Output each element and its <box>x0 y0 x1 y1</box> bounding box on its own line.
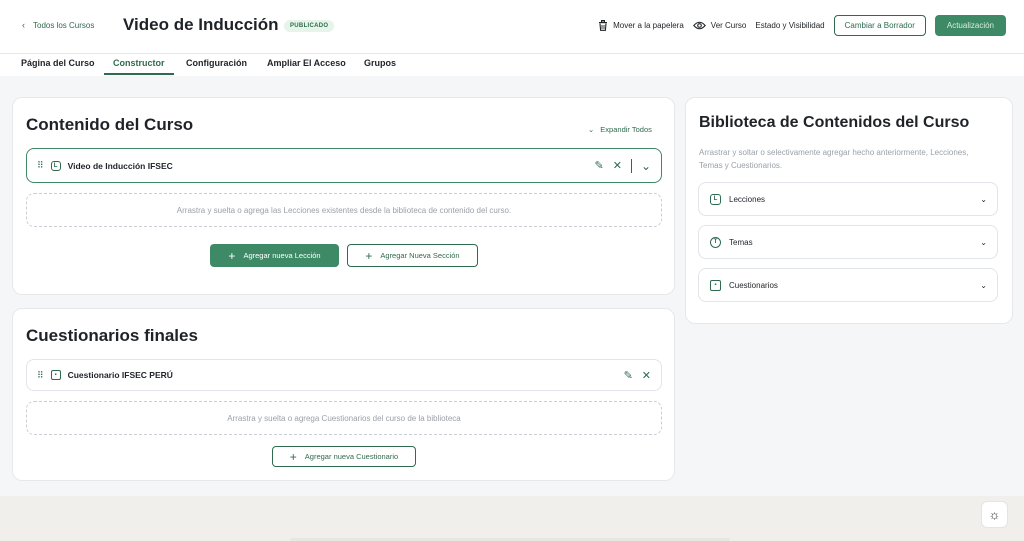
chevron-down-icon[interactable]: ⌄ <box>641 159 651 173</box>
edit-icon[interactable]: ✎ <box>624 369 633 382</box>
close-icon[interactable]: ✕ <box>642 369 651 382</box>
visibility-label: Estado y Visibilidad <box>755 21 825 30</box>
close-icon[interactable]: ✕ <box>613 159 622 172</box>
back-to-courses-link[interactable]: ‹ Todos los Cursos <box>22 20 94 30</box>
sun-icon: ☼ <box>988 507 1001 522</box>
add-quiz-button[interactable]: + Agregar nueva Cuestionario <box>272 446 416 467</box>
quiz-drop-text: Arrastra y suelta o agrega Cuestionarios… <box>227 413 461 423</box>
expand-all-button[interactable]: ⌄ Expandir Todos <box>588 125 652 134</box>
switch-to-draft-button[interactable]: Cambiar a Borrador <box>833 15 926 36</box>
chevron-down-icon: ⌄ <box>980 194 987 204</box>
tab-course-page[interactable]: Página del Curso <box>21 58 95 73</box>
tab-groups[interactable]: Grupos <box>364 58 396 73</box>
section-row-tools: ✎ ✕ ⌄ <box>595 149 651 182</box>
edit-icon[interactable]: ✎ <box>595 159 604 172</box>
chevron-down-icon: ⌄ <box>588 125 595 134</box>
divider <box>630 158 632 173</box>
move-to-trash-action[interactable]: Mover a la papelera <box>598 20 684 31</box>
view-course-action[interactable]: Ver Curso <box>692 21 747 30</box>
plus-icon: + <box>228 248 236 263</box>
course-tabs: Página del Curso Constructor Configuraci… <box>0 54 1024 76</box>
status-badge: PUBLICADO <box>284 20 335 32</box>
quiz-icon: ▪ <box>710 279 721 291</box>
quiz-row-label: Cuestionario IFSEC PERÚ <box>67 370 173 380</box>
library-item-label: Cuestionarios <box>729 280 778 290</box>
library-title: Biblioteca de Contenidos del Curso <box>699 114 970 131</box>
library-description: Arrastrar y soltar o selectivamente agre… <box>699 148 969 170</box>
quiz-icon: ▪ <box>50 370 61 380</box>
library-item-quizzes[interactable]: ▪ Cuestionarios ⌄ <box>698 268 998 302</box>
expand-all-label: Expandir Todos <box>600 125 652 134</box>
theme-toggle-button[interactable]: ☼ <box>981 501 1008 528</box>
tab-builder[interactable]: Constructor <box>104 58 174 75</box>
library-item-label: Temas <box>729 237 753 247</box>
add-section-label: Agregar Nueva Sección <box>380 251 460 260</box>
add-lesson-button[interactable]: + Agregar nueva Lección <box>210 244 339 267</box>
section-row[interactable]: ⠿ L Video de Inducción IFSEC ✎ ✕ ⌄ <box>26 148 662 183</box>
lesson-icon: L <box>50 160 61 171</box>
lesson-drop-zone[interactable]: Arrastra y suelta o agrega las Lecciones… <box>26 193 662 227</box>
add-lesson-label: Agregar nueva Lección <box>243 251 321 260</box>
drag-handle-icon[interactable]: ⠿ <box>37 160 44 171</box>
final-quizzes-title: Cuestionarios finales <box>26 326 198 345</box>
header-actions: Mover a la papelera Ver Curso Estado y V… <box>598 15 1006 36</box>
plus-icon: + <box>289 449 297 464</box>
page-footer <box>0 496 1024 541</box>
quiz-row-tools: ✎ ✕ <box>624 360 651 390</box>
lesson-icon: L <box>710 193 721 205</box>
library-item-label: Lecciones <box>729 194 766 204</box>
add-quiz-label: Agregar nueva Cuestionario <box>304 452 399 461</box>
tab-settings[interactable]: Configuración <box>186 58 247 73</box>
update-button[interactable]: Actualización <box>934 15 1006 36</box>
topic-icon: T <box>710 236 721 248</box>
top-bar: ‹ Todos los Cursos Video de Inducción PU… <box>0 0 1024 54</box>
view-course-label: Ver Curso <box>710 21 747 30</box>
section-row-label: Video de Inducción IFSEC <box>67 160 173 171</box>
add-section-button[interactable]: + Agregar Nueva Sección <box>347 244 478 267</box>
back-link-label: Todos los Cursos <box>33 20 95 30</box>
plus-icon: + <box>365 248 373 263</box>
lesson-drop-text: Arrastra y suelta o agrega las Lecciones… <box>176 205 512 215</box>
trash-icon <box>599 20 608 31</box>
quiz-row[interactable]: ⠿ ▪ Cuestionario IFSEC PERÚ ✎ ✕ <box>26 359 662 391</box>
chevron-down-icon: ⌄ <box>980 237 987 247</box>
trash-label: Mover a la papelera <box>613 21 684 30</box>
quiz-drop-zone[interactable]: Arrastra y suelta o agrega Cuestionarios… <box>26 401 662 435</box>
library-item-lessons[interactable]: L Lecciones ⌄ <box>698 182 998 216</box>
visibility-action[interactable]: Estado y Visibilidad <box>755 21 824 30</box>
chevron-down-icon: ⌄ <box>980 280 987 290</box>
chevron-left-icon: ‹ <box>22 20 25 30</box>
course-content-title: Contenido del Curso <box>26 115 194 134</box>
tab-extend-access[interactable]: Ampliar El Acceso <box>267 58 346 73</box>
library-item-topics[interactable]: T Temas ⌄ <box>698 225 998 259</box>
page-title: Video de Inducción <box>123 15 279 34</box>
drag-handle-icon[interactable]: ⠿ <box>37 370 44 381</box>
eye-icon <box>692 21 706 30</box>
